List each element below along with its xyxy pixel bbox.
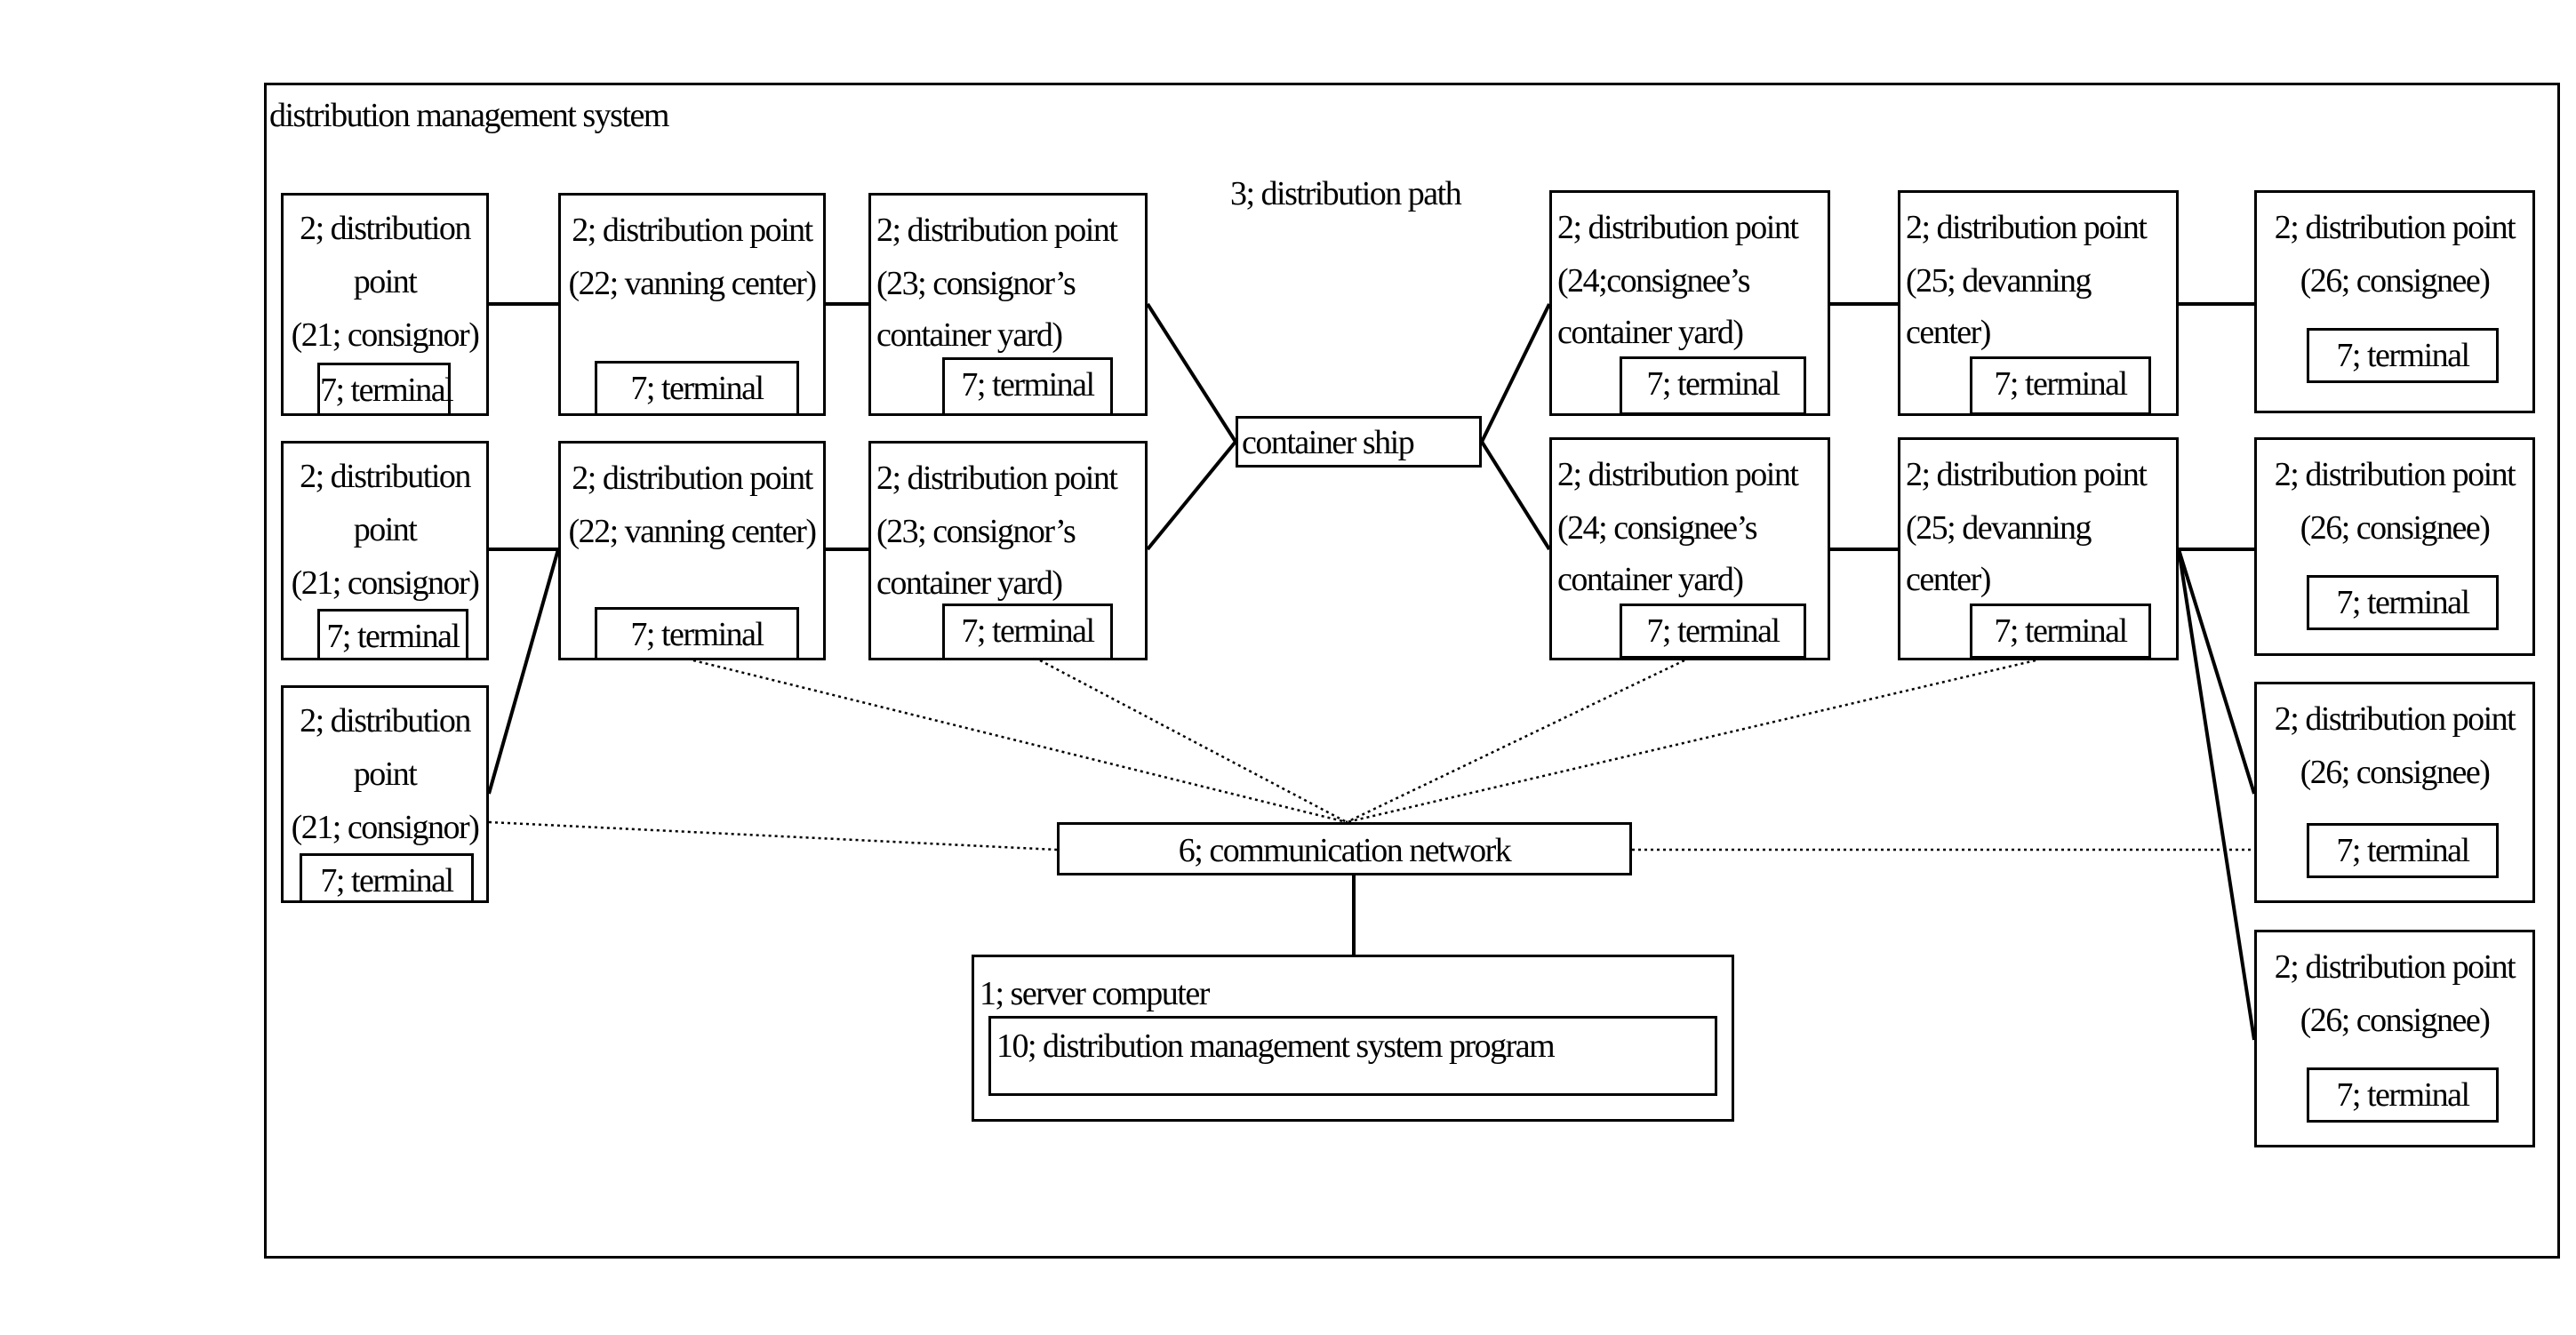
node-subtitle: container yard) [1557, 314, 1744, 351]
container-ship-label: container ship [1242, 424, 1415, 461]
node-subtitle: center) [1906, 561, 1991, 598]
terminal[interactable]: 7; terminal [2307, 1067, 2499, 1123]
node-subtitle: container yard) [876, 316, 1063, 354]
terminal[interactable]: 7; terminal [317, 363, 454, 416]
node-title: 2; distribution point [2274, 948, 2516, 986]
node-title: 2; distribution [300, 210, 471, 247]
node-title: 2; distribution point [2274, 700, 2516, 738]
node-subtitle: center) [1906, 314, 1991, 351]
distribution-path-label: 3; distribution path [1230, 175, 1462, 212]
node-devanning-center-1[interactable]: 2; distribution point (25; devanning cen… [1898, 190, 2179, 416]
node-title: 2; distribution point [1557, 209, 1799, 246]
node-devanning-center-2[interactable]: 2; distribution point (25; devanning cen… [1898, 437, 2179, 660]
node-title: 2; distribution point [876, 460, 1118, 497]
node-subtitle: (23; consignor’s [876, 513, 1076, 550]
server-computer[interactable]: 1; server computer 10; distribution mana… [972, 955, 1734, 1122]
node-title: point [353, 755, 418, 793]
container-ship[interactable]: container ship [1236, 416, 1482, 468]
node-title: point [353, 263, 418, 300]
node-title: 2; distribution point [1557, 456, 1799, 493]
node-subtitle: (21; consignor) [291, 809, 480, 846]
node-title: 2; distribution [300, 458, 471, 495]
terminal[interactable]: 7; terminal [1620, 604, 1806, 659]
node-title: point [353, 511, 418, 548]
node-subtitle: (22; vanning center) [568, 265, 817, 302]
program-label: 10; distribution management system progr… [996, 1027, 1556, 1065]
node-consignor-2[interactable]: 2; distribution point (21; consignor) 7;… [281, 441, 489, 660]
node-subtitle: (21; consignor) [291, 564, 480, 602]
node-subtitle: (25; devanning [1906, 509, 2092, 547]
node-title: 2; distribution point [572, 460, 813, 497]
node-title: 2; distribution point [1906, 456, 2148, 493]
terminal[interactable]: 7; terminal [2307, 823, 2499, 878]
node-consignee-1[interactable]: 2; distribution point (26; consignee) 7;… [2254, 190, 2535, 413]
node-subtitle: container yard) [1557, 561, 1744, 598]
node-vanning-center-2[interactable]: 2; distribution point (22; vanning cente… [558, 441, 826, 660]
terminal[interactable]: 7; terminal [1970, 604, 2151, 659]
terminal[interactable]: 7; terminal [317, 609, 468, 660]
terminal[interactable]: 7; terminal [1970, 356, 2151, 415]
node-subtitle: (24;consignee’s [1557, 262, 1751, 300]
node-consignee-container-yard-2[interactable]: 2; distribution point (24; consignee’s c… [1549, 437, 1830, 660]
node-subtitle: (22; vanning center) [568, 513, 817, 550]
node-title: 2; distribution point [2274, 209, 2516, 246]
node-vanning-center-1[interactable]: 2; distribution point (22; vanning cente… [558, 193, 826, 416]
distribution-management-program[interactable]: 10; distribution management system progr… [988, 1016, 1717, 1096]
node-subtitle: (23; consignor’s [876, 265, 1076, 302]
node-consignee-4[interactable]: 2; distribution point (26; consignee) 7;… [2254, 930, 2535, 1147]
node-consignee-3[interactable]: 2; distribution point (26; consignee) 7;… [2254, 682, 2535, 903]
terminal[interactable]: 7; terminal [300, 853, 474, 903]
node-subtitle: (26; consignee) [2300, 1002, 2491, 1039]
node-subtitle: (24; consignee’s [1557, 509, 1758, 547]
communication-network[interactable]: 6; communication network [1057, 822, 1632, 875]
node-subtitle: container yard) [876, 564, 1063, 602]
terminal[interactable]: 7; terminal [942, 604, 1113, 660]
node-title: 2; distribution point [1906, 209, 2148, 246]
node-subtitle: (21; consignor) [291, 316, 480, 354]
terminal[interactable]: 7; terminal [1620, 356, 1806, 415]
server-computer-label: 1; server computer [980, 975, 1210, 1012]
node-consignor-container-yard-1[interactable]: 2; distribution point (23; consignor’s c… [868, 193, 1148, 416]
node-subtitle: (26; consignee) [2300, 754, 2491, 791]
node-subtitle: (26; consignee) [2300, 262, 2491, 300]
terminal[interactable]: 7; terminal [595, 607, 799, 660]
node-title: 2; distribution point [2274, 456, 2516, 493]
terminal[interactable]: 7; terminal [595, 361, 799, 416]
node-consignor-3[interactable]: 2; distribution point (21; consignor) 7;… [281, 685, 489, 903]
terminal[interactable]: 7; terminal [942, 357, 1113, 416]
node-consignor-container-yard-2[interactable]: 2; distribution point (23; consignor’s c… [868, 441, 1148, 660]
node-title: 2; distribution point [876, 212, 1118, 249]
terminal[interactable]: 7; terminal [2307, 328, 2499, 383]
node-title: 2; distribution point [572, 212, 813, 249]
node-consignee-2[interactable]: 2; distribution point (26; consignee) 7;… [2254, 437, 2535, 656]
terminal[interactable]: 7; terminal [2307, 575, 2499, 630]
node-subtitle: (25; devanning [1906, 262, 2092, 300]
node-consignor-1[interactable]: 2; distribution point (21; consignor) 7;… [281, 193, 489, 416]
node-consignee-container-yard-1[interactable]: 2; distribution point (24;consignee’s co… [1549, 190, 1830, 416]
system-title: distribution management system [269, 97, 669, 134]
node-title: 2; distribution [300, 702, 471, 739]
communication-network-label: 6; communication network [1178, 832, 1512, 869]
node-subtitle: (26; consignee) [2300, 509, 2491, 547]
